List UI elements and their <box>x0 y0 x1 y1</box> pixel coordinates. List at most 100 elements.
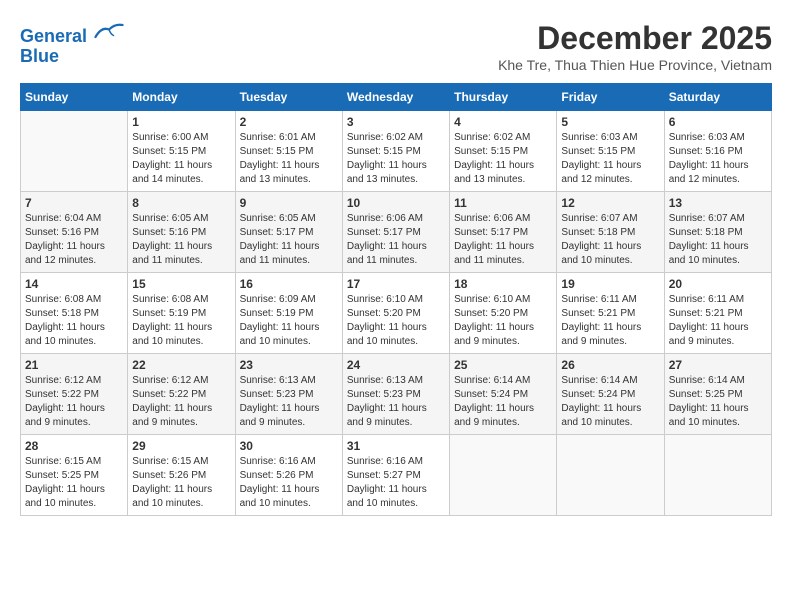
cell-content: Sunrise: 6:01 AMSunset: 5:15 PMDaylight:… <box>240 131 338 187</box>
day-number: 31 <box>347 439 445 453</box>
logo-text: General <box>20 20 124 47</box>
cell-content: Sunrise: 6:07 AMSunset: 5:18 PMDaylight:… <box>561 212 659 268</box>
day-number: 28 <box>25 439 123 453</box>
day-number: 3 <box>347 115 445 129</box>
cell-content: Sunrise: 6:13 AMSunset: 5:23 PMDaylight:… <box>240 374 338 430</box>
cell-content: Sunrise: 6:16 AMSunset: 5:27 PMDaylight:… <box>347 455 445 511</box>
header-sunday: Sunday <box>21 84 128 111</box>
calendar-cell: 27Sunrise: 6:14 AMSunset: 5:25 PMDayligh… <box>664 354 771 435</box>
day-number: 18 <box>454 277 552 291</box>
calendar-cell: 5Sunrise: 6:03 AMSunset: 5:15 PMDaylight… <box>557 111 664 192</box>
calendar-cell: 3Sunrise: 6:02 AMSunset: 5:15 PMDaylight… <box>342 111 449 192</box>
day-number: 23 <box>240 358 338 372</box>
header-wednesday: Wednesday <box>342 84 449 111</box>
calendar-cell: 13 Sunrise: 6:07 AMSunset: 5:18 PMDayligh… <box>664 192 771 273</box>
cell-content: Sunrise: 6:06 AMSunset: 5:17 PMDaylight:… <box>347 212 445 268</box>
calendar-cell: 8Sunrise: 6:05 AMSunset: 5:16 PMDaylight… <box>128 192 235 273</box>
calendar-cell: 18 Sunrise: 6:10 AMSunset: 5:20 PMDayligh… <box>450 273 557 354</box>
cell-content: Sunrise: 6:05 AMSunset: 5:16 PMDaylight:… <box>132 212 230 268</box>
calendar-cell: 22Sunrise: 6:12 AMSunset: 5:22 PMDayligh… <box>128 354 235 435</box>
cell-content: Sunrise: 6:03 AMSunset: 5:15 PMDaylight:… <box>561 131 659 187</box>
week-row-1: 1 Sunrise: 6:00 AMSunset: 5:15 PMDaylight… <box>21 111 772 192</box>
day-number: 9 <box>240 196 338 210</box>
day-number: 13 <box>669 196 767 210</box>
day-number: 16 <box>240 277 338 291</box>
cell-content: Sunrise: 6:05 AMSunset: 5:17 PMDaylight:… <box>240 212 338 268</box>
cell-content: Sunrise: 6:10 AMSunset: 5:20 PMDaylight:… <box>347 293 445 349</box>
day-number: 25 <box>454 358 552 372</box>
calendar-cell: 23 Sunrise: 6:13 AMSunset: 5:23 PMDayligh… <box>235 354 342 435</box>
calendar-cell: 30 Sunrise: 6:16 AMSunset: 5:26 PMDayligh… <box>235 435 342 516</box>
day-number: 12 <box>561 196 659 210</box>
day-number: 1 <box>132 115 230 129</box>
day-number: 19 <box>561 277 659 291</box>
calendar-header-row: SundayMondayTuesdayWednesdayThursdayFrid… <box>21 84 772 111</box>
title-section: December 2025 Khe Tre, Thua Thien Hue Pr… <box>498 20 772 73</box>
day-number: 2 <box>240 115 338 129</box>
calendar-cell: 4 Sunrise: 6:02 AMSunset: 5:15 PMDaylight… <box>450 111 557 192</box>
cell-content: Sunrise: 6:15 AMSunset: 5:25 PMDaylight:… <box>25 455 123 511</box>
subtitle: Khe Tre, Thua Thien Hue Province, Vietna… <box>498 57 772 73</box>
day-number: 30 <box>240 439 338 453</box>
page-header: General Blue December 2025 Khe Tre, Thua… <box>20 20 772 73</box>
calendar-cell: 21Sunrise: 6:12 AMSunset: 5:22 PMDayligh… <box>21 354 128 435</box>
day-number: 17 <box>347 277 445 291</box>
calendar-cell: 9 Sunrise: 6:05 AMSunset: 5:17 PMDaylight… <box>235 192 342 273</box>
calendar-cell: 15 Sunrise: 6:08 AMSunset: 5:19 PMDayligh… <box>128 273 235 354</box>
logo-text-blue: Blue <box>20 47 124 67</box>
week-row-3: 14 Sunrise: 6:08 AMSunset: 5:18 PMDayligh… <box>21 273 772 354</box>
calendar-cell: 31 Sunrise: 6:16 AMSunset: 5:27 PMDayligh… <box>342 435 449 516</box>
calendar-cell: 19 Sunrise: 6:11 AMSunset: 5:21 PMDayligh… <box>557 273 664 354</box>
day-number: 6 <box>669 115 767 129</box>
cell-content: Sunrise: 6:07 AMSunset: 5:18 PMDaylight:… <box>669 212 767 268</box>
day-number: 11 <box>454 196 552 210</box>
day-number: 20 <box>669 277 767 291</box>
cell-content: Sunrise: 6:08 AMSunset: 5:18 PMDaylight:… <box>25 293 123 349</box>
day-number: 14 <box>25 277 123 291</box>
cell-content: Sunrise: 6:16 AMSunset: 5:26 PMDaylight:… <box>240 455 338 511</box>
calendar-cell: 10 Sunrise: 6:06 AMSunset: 5:17 PMDayligh… <box>342 192 449 273</box>
week-row-2: 7 Sunrise: 6:04 AMSunset: 5:16 PMDaylight… <box>21 192 772 273</box>
day-number: 15 <box>132 277 230 291</box>
calendar-table: SundayMondayTuesdayWednesdayThursdayFrid… <box>20 83 772 516</box>
header-saturday: Saturday <box>664 84 771 111</box>
day-number: 10 <box>347 196 445 210</box>
day-number: 29 <box>132 439 230 453</box>
calendar-cell: 26 Sunrise: 6:14 AMSunset: 5:24 PMDayligh… <box>557 354 664 435</box>
cell-content: Sunrise: 6:03 AMSunset: 5:16 PMDaylight:… <box>669 131 767 187</box>
calendar-cell: 24 Sunrise: 6:13 AMSunset: 5:23 PMDayligh… <box>342 354 449 435</box>
cell-content: Sunrise: 6:08 AMSunset: 5:19 PMDaylight:… <box>132 293 230 349</box>
cell-content: Sunrise: 6:09 AMSunset: 5:19 PMDaylight:… <box>240 293 338 349</box>
calendar-cell: 17 Sunrise: 6:10 AMSunset: 5:20 PMDayligh… <box>342 273 449 354</box>
calendar-cell: 1 Sunrise: 6:00 AMSunset: 5:15 PMDaylight… <box>128 111 235 192</box>
day-number: 21 <box>25 358 123 372</box>
cell-content: Sunrise: 6:13 AMSunset: 5:23 PMDaylight:… <box>347 374 445 430</box>
calendar-cell: 14 Sunrise: 6:08 AMSunset: 5:18 PMDayligh… <box>21 273 128 354</box>
header-tuesday: Tuesday <box>235 84 342 111</box>
cell-content: Sunrise: 6:11 AMSunset: 5:21 PMDaylight:… <box>561 293 659 349</box>
calendar-cell: 7 Sunrise: 6:04 AMSunset: 5:16 PMDaylight… <box>21 192 128 273</box>
day-number: 26 <box>561 358 659 372</box>
day-number: 7 <box>25 196 123 210</box>
calendar-cell: 29Sunrise: 6:15 AMSunset: 5:26 PMDayligh… <box>128 435 235 516</box>
calendar-cell <box>557 435 664 516</box>
cell-content: Sunrise: 6:14 AMSunset: 5:25 PMDaylight:… <box>669 374 767 430</box>
calendar-cell: 6 Sunrise: 6:03 AMSunset: 5:16 PMDaylight… <box>664 111 771 192</box>
cell-content: Sunrise: 6:02 AMSunset: 5:15 PMDaylight:… <box>454 131 552 187</box>
calendar-cell <box>21 111 128 192</box>
calendar-cell: 28 Sunrise: 6:15 AMSunset: 5:25 PMDayligh… <box>21 435 128 516</box>
cell-content: Sunrise: 6:00 AMSunset: 5:15 PMDaylight:… <box>132 131 230 187</box>
calendar-cell: 2 Sunrise: 6:01 AMSunset: 5:15 PMDaylight… <box>235 111 342 192</box>
day-number: 22 <box>132 358 230 372</box>
logo-bird-icon <box>94 20 124 42</box>
main-title: December 2025 <box>498 20 772 57</box>
calendar-cell: 11Sunrise: 6:06 AMSunset: 5:17 PMDayligh… <box>450 192 557 273</box>
cell-content: Sunrise: 6:04 AMSunset: 5:16 PMDaylight:… <box>25 212 123 268</box>
cell-content: Sunrise: 6:11 AMSunset: 5:21 PMDaylight:… <box>669 293 767 349</box>
cell-content: Sunrise: 6:14 AMSunset: 5:24 PMDaylight:… <box>561 374 659 430</box>
day-number: 4 <box>454 115 552 129</box>
calendar-cell: 16 Sunrise: 6:09 AMSunset: 5:19 PMDayligh… <box>235 273 342 354</box>
day-number: 24 <box>347 358 445 372</box>
cell-content: Sunrise: 6:10 AMSunset: 5:20 PMDaylight:… <box>454 293 552 349</box>
calendar-cell: 25Sunrise: 6:14 AMSunset: 5:24 PMDayligh… <box>450 354 557 435</box>
